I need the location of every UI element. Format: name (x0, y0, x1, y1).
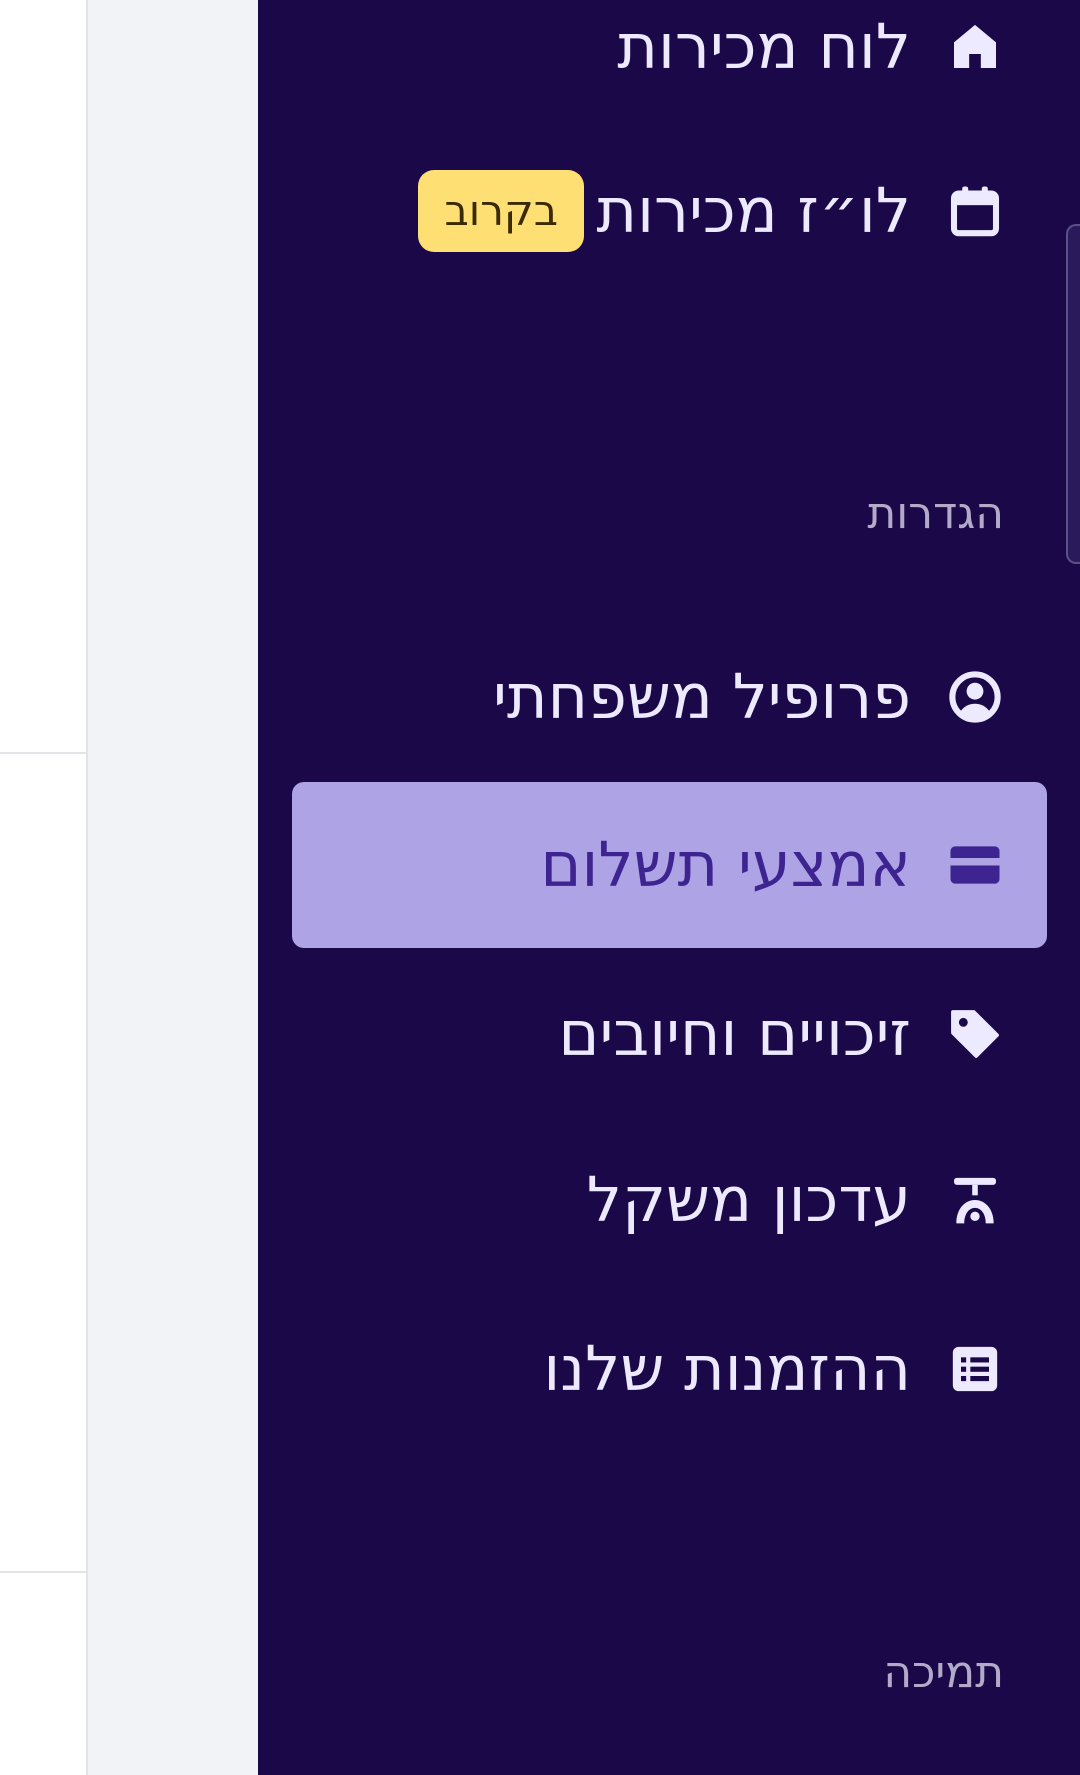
sidebar-item-sales-board[interactable]: לוח מכירות (292, 0, 1047, 130)
sidebar-item-label: זיכויים וחיובים (558, 997, 911, 1070)
list-icon (947, 1341, 1003, 1397)
coming-soon-badge: בקרוב (418, 170, 584, 252)
content-panel (0, 0, 88, 1775)
settings-section-title: הגדרות (867, 488, 1004, 539)
tag-icon (947, 1006, 1003, 1062)
content-divider (0, 752, 86, 754)
sidebar-item-label: עדכון משקל (586, 1163, 911, 1236)
sidebar-item-label: ההזמנות שלנו (543, 1332, 911, 1405)
calendar-icon (947, 183, 1003, 239)
sidebar-item-label: לו״ז מכירות (596, 174, 911, 247)
sidebar-item-label: פרופיל משפחתי (492, 660, 911, 733)
scrollbar[interactable] (1066, 224, 1080, 564)
user-circle-icon (947, 669, 1003, 725)
sidebar-item-update-weight[interactable]: עדכון משקל (292, 1117, 1047, 1283)
sidebar: לוח מכירות לו״ז מכירות בקרוב הגדרות פרופ… (258, 0, 1080, 1775)
sidebar-item-credits-charges[interactable]: זיכויים וחיובים (292, 951, 1047, 1117)
sidebar-item-label: לוח מכירות (617, 10, 911, 83)
sidebar-item-label: אמצעי תשלום (540, 828, 911, 901)
sidebar-item-our-orders[interactable]: ההזמנות שלנו (292, 1286, 1047, 1452)
sidebar-item-family-profile[interactable]: פרופיל משפחתי (292, 614, 1047, 780)
credit-card-icon (947, 837, 1003, 893)
content-divider (0, 1571, 86, 1573)
sidebar-item-payment-methods[interactable]: אמצעי תשלום (292, 782, 1047, 948)
home-icon (947, 19, 1003, 75)
sidebar-item-sales-schedule[interactable]: לו״ז מכירות בקרוב (292, 128, 1047, 294)
scale-icon (947, 1172, 1003, 1228)
support-section-title: תמיכה (883, 1647, 1004, 1698)
